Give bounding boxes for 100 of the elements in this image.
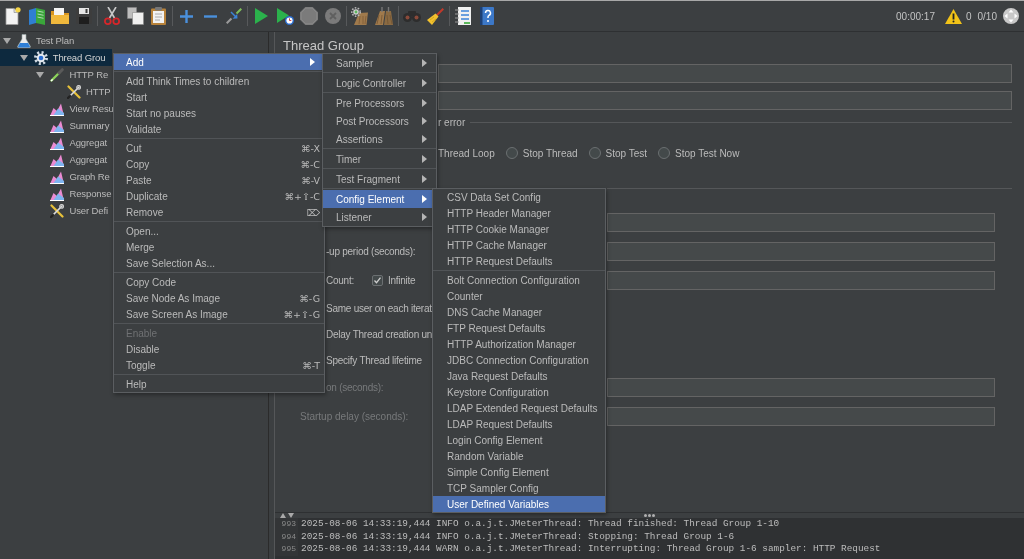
caret-down-icon[interactable] <box>3 37 11 44</box>
menu-item[interactable]: Disable <box>114 341 324 357</box>
menu-item[interactable]: Logic Controller <box>323 74 436 92</box>
menu-item[interactable]: LDAP Request Defaults <box>433 416 605 432</box>
scissors-icon[interactable] <box>103 7 120 25</box>
menu-item[interactable]: CSV Data Set Config <box>433 189 605 205</box>
tree-item[interactable]: Aggregat <box>48 151 108 168</box>
menu-item[interactable]: Test Fragment <box>323 170 436 188</box>
help-icon[interactable] <box>479 7 494 25</box>
radio-button[interactable] <box>505 147 518 159</box>
warning-icon[interactable] <box>944 8 962 24</box>
menu-item[interactable]: HTTP Cache Manager <box>433 237 605 253</box>
diagonal-arrow-icon[interactable] <box>226 8 243 24</box>
caret-down-icon[interactable] <box>19 54 28 61</box>
menu-item[interactable]: Simple Config Element <box>433 464 605 480</box>
play-icon[interactable] <box>255 8 269 24</box>
tree-item[interactable]: Test Plan <box>0 32 75 49</box>
menu-item[interactable]: Open... <box>114 223 324 239</box>
menu-item[interactable]: Add <box>114 54 324 70</box>
radio-button[interactable] <box>658 147 671 159</box>
tree-item[interactable]: User Defi <box>48 202 109 219</box>
menu-item[interactable]: Save Screen As Image ⌘+⇧-G <box>114 306 324 322</box>
grip-dots-icon[interactable] <box>644 514 655 517</box>
menu-item[interactable]: Cut ⌘-X <box>114 140 324 156</box>
menu-item[interactable]: HTTP Cookie Manager <box>433 221 605 237</box>
tree-item[interactable]: HTTP <box>65 83 111 100</box>
brooms-icon[interactable] <box>375 7 394 25</box>
text-field[interactable] <box>438 64 1012 83</box>
text-field[interactable] <box>607 378 995 397</box>
text-field[interactable] <box>607 407 995 426</box>
menu-item[interactable]: Start no pauses <box>114 105 324 121</box>
menu-item[interactable]: Listener <box>323 208 436 226</box>
menu-item[interactable]: Toggle ⌘-T <box>114 357 324 373</box>
radio-label: Thread Loop <box>438 147 495 159</box>
menu-item[interactable]: Timer <box>323 150 436 168</box>
menu-item[interactable]: Counter <box>433 288 605 304</box>
menu-item[interactable]: Save Node As Image ⌘-G <box>114 290 324 306</box>
menu-item[interactable]: Duplicate ⌘+⇧-C <box>114 188 324 204</box>
tree-item[interactable]: Summary <box>48 117 110 134</box>
checkbox-label: Same user on each iterat <box>326 302 432 314</box>
tree-item[interactable]: HTTP Re <box>33 66 109 83</box>
broom-icon[interactable] <box>427 7 445 25</box>
keyboard-shortcut: ⌦ <box>306 206 320 218</box>
checkbox[interactable] <box>371 275 383 286</box>
menu-item[interactable]: Start <box>114 89 324 105</box>
tree-item[interactable]: Response <box>48 185 112 202</box>
menu-item[interactable]: Remove ⌦ <box>114 204 324 220</box>
menu-item[interactable]: HTTP Request Defaults <box>433 253 605 269</box>
radio-button[interactable] <box>588 147 601 159</box>
menu-item[interactable]: FTP Request Defaults <box>433 320 605 336</box>
broom-gear-icon[interactable] <box>351 7 370 25</box>
circle-x-icon[interactable] <box>324 8 341 24</box>
menu-item[interactable]: Paste ⌘-V <box>114 172 324 188</box>
folder-icon[interactable] <box>51 8 70 24</box>
menu-item[interactable]: Bolt Connection Configuration <box>433 272 605 288</box>
menu-item[interactable]: Java Request Defaults <box>433 368 605 384</box>
text-field[interactable] <box>438 91 1012 110</box>
clipboard-icon[interactable] <box>151 7 167 25</box>
tree-item[interactable]: Aggregat <box>48 134 108 151</box>
list-icon[interactable] <box>455 7 472 25</box>
new-document-icon[interactable] <box>4 7 21 25</box>
caret-down-icon[interactable] <box>36 71 45 78</box>
menu-item[interactable]: Random Variable <box>433 448 605 464</box>
menu-item[interactable]: Assertions <box>323 130 436 148</box>
tree-item[interactable]: Thread Grou <box>0 49 112 66</box>
tree-item[interactable]: Graph Re <box>48 168 110 185</box>
menu-item[interactable]: Sampler <box>323 54 436 72</box>
menu-item[interactable]: Login Config Element <box>433 432 605 448</box>
menu-item[interactable]: Save Selection As... <box>114 255 324 271</box>
menu-item[interactable]: Merge <box>114 239 324 255</box>
menu-item[interactable]: LDAP Extended Request Defaults <box>433 400 605 416</box>
minus-icon[interactable] <box>203 14 217 18</box>
flask-icon <box>17 33 31 48</box>
text-field[interactable] <box>607 213 995 232</box>
menu-item[interactable]: HTTP Authorization Manager <box>433 336 605 352</box>
menu-item[interactable]: Keystore Configuration <box>433 384 605 400</box>
menu-item[interactable]: Help <box>114 376 324 392</box>
stop-sign-icon[interactable] <box>300 7 319 25</box>
menu-item[interactable]: JDBC Connection Configuration <box>433 352 605 368</box>
play-clock-icon[interactable] <box>276 7 294 25</box>
menu-item[interactable]: HTTP Header Manager <box>433 205 605 221</box>
text-field[interactable] <box>607 271 995 290</box>
keyboard-shortcut: ⌘-V <box>301 174 320 186</box>
tree-item[interactable]: View Resu <box>48 100 114 117</box>
menu-item[interactable]: DNS Cache Manager <box>433 304 605 320</box>
menu-item[interactable]: Add Think Times to children <box>114 73 324 89</box>
menu-item[interactable]: Copy ⌘-C <box>114 156 324 172</box>
menu-item[interactable]: Post Processors <box>323 112 436 130</box>
copy-icon[interactable] <box>126 7 144 25</box>
up-down-arrows-icon[interactable] <box>280 513 294 518</box>
radio-label: Stop Test Now <box>675 147 740 159</box>
text-field[interactable] <box>607 242 995 261</box>
menu-item[interactable]: TCP Sampler Config <box>433 480 605 496</box>
menu-item[interactable]: User Defined Variables <box>433 496 605 512</box>
plus-icon[interactable] <box>180 9 194 23</box>
book-icon[interactable] <box>27 7 46 25</box>
menu-item[interactable]: Pre Processors <box>323 94 436 112</box>
menu-item[interactable]: Validate <box>114 121 324 137</box>
circle-arrows-icon[interactable] <box>1003 8 1019 24</box>
menu-item[interactable]: Copy Code <box>114 274 324 290</box>
